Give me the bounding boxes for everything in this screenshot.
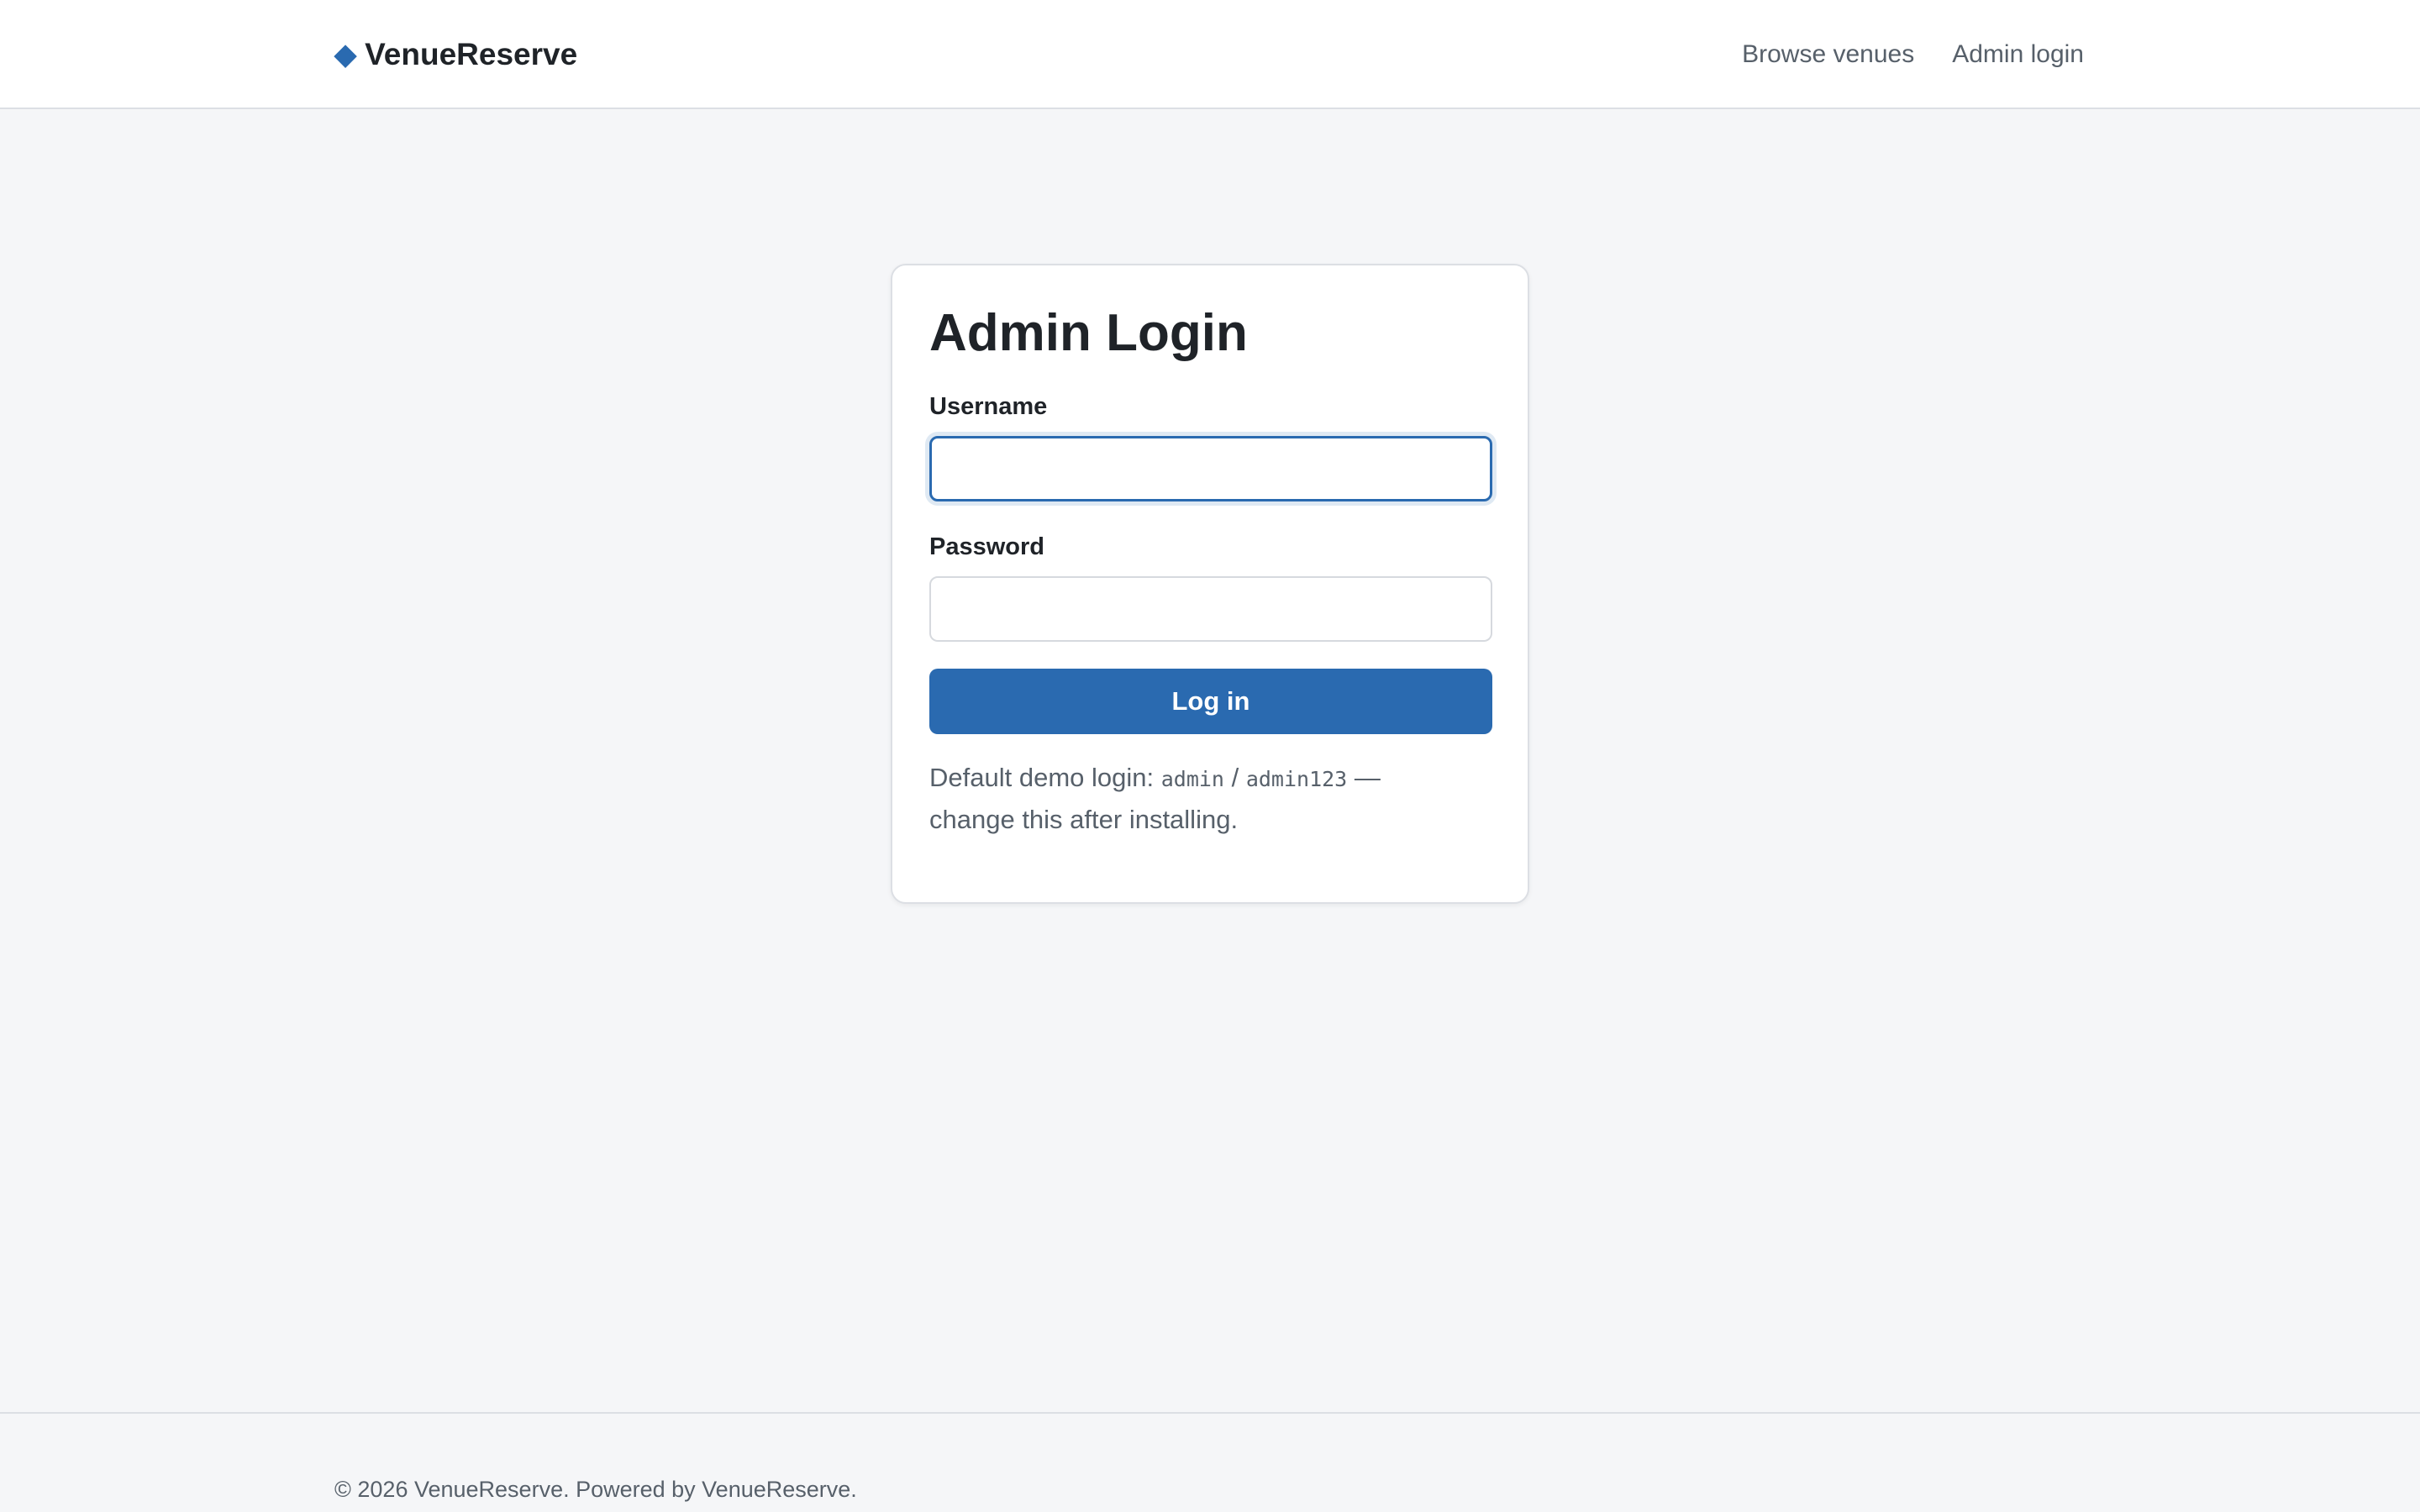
footer-copyright: © 2026 VenueReserve. Powered by VenueRes…: [334, 1477, 857, 1502]
hint-username: admin: [1160, 767, 1224, 791]
login-card: Admin Login Username Password Log in Def…: [891, 264, 1529, 904]
username-label: Username: [929, 393, 1048, 420]
hint-prefix: Default demo login:: [929, 763, 1161, 792]
login-button[interactable]: Log in: [929, 669, 1492, 734]
password-label: Password: [929, 533, 1044, 560]
page-footer: © 2026 VenueReserve. Powered by VenueRes…: [0, 1412, 2420, 1512]
brand-logo-link[interactable]: ◆ VenueReserve: [334, 34, 577, 76]
nav-link-admin-login[interactable]: Admin login: [1952, 40, 2084, 69]
password-input[interactable]: [929, 576, 1492, 642]
hint-password: admin123: [1245, 767, 1348, 791]
brand-name: VenueReserve: [365, 37, 578, 71]
top-navigation-bar: ◆ VenueReserve Browse venues Admin login: [0, 0, 2420, 109]
diamond-icon: ◆: [334, 39, 357, 71]
page-title: Admin Login: [929, 304, 1248, 362]
username-input[interactable]: [929, 436, 1492, 501]
main-nav: Browse venues Admin login: [1742, 34, 2084, 76]
demo-login-hint: Default demo login: admin / admin123 — c…: [929, 758, 1467, 840]
nav-link-browse-venues[interactable]: Browse venues: [1742, 40, 1914, 69]
hint-separator: /: [1223, 763, 1246, 792]
